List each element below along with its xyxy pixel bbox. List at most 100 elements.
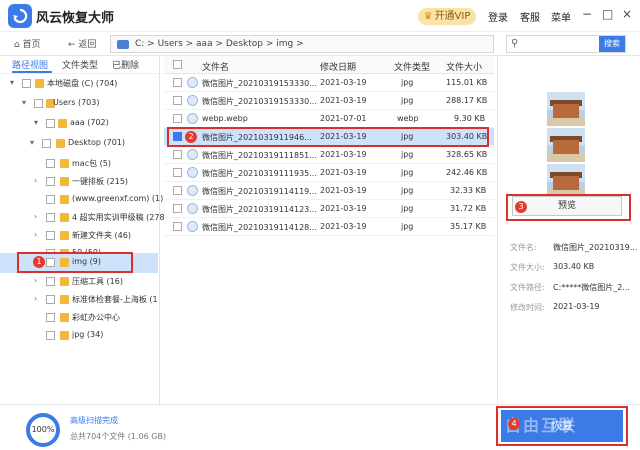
row-checkbox[interactable] — [173, 204, 182, 213]
tree-checkbox[interactable] — [46, 159, 55, 168]
tab-path-view[interactable]: 路径视图 — [12, 58, 48, 71]
expand-arrow-icon[interactable]: ▾ — [10, 78, 14, 87]
tree-node[interactable]: (www.greenxf.com) (1) ( — [0, 190, 169, 210]
tree-label: 标准体检套餐-上海板 (1 — [72, 295, 158, 304]
drive-folder-icon — [35, 79, 44, 88]
maximize-icon[interactable]: □ — [602, 7, 613, 21]
tree-label: 4 超实用实训甲级稿 (278) — [72, 213, 168, 222]
preview-panel: 预览 文件名: 微信图片_20210319... 文件大小: 303.40 KB… — [497, 56, 640, 404]
table-row[interactable]: 微信图片_20210319111935... 2021-03-19 jpg 24… — [164, 164, 494, 182]
tree-checkbox[interactable] — [46, 313, 55, 322]
file-type: jpg — [401, 222, 414, 231]
folder-icon — [60, 295, 69, 304]
tab-file-type[interactable]: 文件类型 — [62, 58, 98, 71]
tree-node[interactable]: ▾ Users (703) — [0, 94, 158, 114]
tree-checkbox[interactable] — [22, 79, 31, 88]
tree-node[interactable]: jpg (34) — [0, 326, 158, 346]
expand-arrow-icon[interactable]: › — [34, 294, 37, 303]
col-size[interactable]: 文件大小 — [446, 60, 482, 73]
folder-icon — [60, 313, 69, 322]
tree-node[interactable]: 彩虹办公中心 — [0, 308, 158, 328]
table-row[interactable]: 微信图片_20210319153330... 2021-03-19 jpg 28… — [164, 92, 494, 110]
callout-box-2 — [167, 127, 489, 147]
expand-arrow-icon[interactable]: › — [34, 230, 37, 239]
tree-node[interactable]: ▾ 本地磁盘 (C) (704) — [0, 74, 158, 94]
tree-checkbox[interactable] — [46, 177, 55, 186]
tree-checkbox[interactable] — [46, 119, 55, 128]
col-type[interactable]: 文件类型 — [394, 60, 430, 73]
tree-node[interactable]: ▾ aaa (702) — [0, 114, 158, 134]
nav-bar: ⌂ 首页 ← 返回 C: > Users > aaa > Desktop > i… — [0, 32, 640, 56]
vip-button[interactable]: ♛ 开通VIP — [418, 8, 476, 25]
tree-checkbox[interactable] — [46, 277, 55, 286]
menu-link[interactable]: 菜单 — [551, 9, 571, 24]
row-checkbox[interactable] — [173, 96, 182, 105]
search-button[interactable]: 搜索 — [599, 36, 625, 52]
file-type: jpg — [401, 186, 414, 195]
tree-checkbox[interactable] — [34, 99, 43, 108]
row-checkbox[interactable] — [173, 150, 182, 159]
home-button[interactable]: ⌂ 首页 — [14, 37, 41, 50]
image-file-icon — [187, 95, 198, 106]
row-checkbox[interactable] — [173, 114, 182, 123]
expand-arrow-icon[interactable]: › — [34, 212, 37, 221]
tree-label: 压缩工具 (16) — [72, 277, 123, 286]
search-box[interactable]: ⚲ 搜索 — [506, 35, 626, 53]
minimize-icon[interactable]: − — [582, 7, 592, 21]
table-row[interactable]: webp.webp 2021-07-01 webp 9.30 KB — [164, 110, 494, 128]
tree-node[interactable]: ▾ Desktop (701) — [0, 134, 158, 154]
table-row[interactable]: 微信图片_20210319153330... 2021-03-19 jpg 11… — [164, 74, 494, 92]
folder-icon — [60, 195, 69, 204]
info-label-size: 文件大小: — [510, 263, 545, 272]
tab-deleted[interactable]: 已删除 — [112, 58, 139, 71]
tree-node[interactable]: › 压缩工具 (16) — [0, 272, 158, 292]
login-link[interactable]: 登录 — [488, 9, 508, 24]
service-link[interactable]: 客服 — [520, 9, 540, 24]
select-all-checkbox[interactable] — [173, 60, 182, 69]
tree-node[interactable]: › 标准体检套餐-上海板 (1 — [0, 290, 158, 310]
step-badge-3: 3 — [515, 201, 527, 213]
view-tabs: 路径视图 文件类型 已删除 — [0, 56, 160, 74]
back-button[interactable]: ← 返回 — [68, 37, 96, 50]
progress-ring: 100% — [26, 413, 60, 447]
thumbnail-image — [547, 164, 585, 198]
image-file-icon — [187, 167, 198, 178]
table-row[interactable]: 微信图片_20210319114119... 2021-03-19 jpg 32… — [164, 182, 494, 200]
file-date: 2021-03-19 — [320, 150, 367, 159]
tree-checkbox[interactable] — [46, 295, 55, 304]
col-name[interactable]: 文件名 — [202, 60, 229, 73]
expand-arrow-icon[interactable]: › — [34, 176, 37, 185]
tree-checkbox[interactable] — [46, 231, 55, 240]
tree-checkbox[interactable] — [46, 331, 55, 340]
file-size: 32.33 KB — [450, 186, 487, 195]
table-row[interactable]: 微信图片_20210319114123... 2021-03-19 jpg 31… — [164, 200, 494, 218]
address-path: C: > Users > aaa > Desktop > img > — [135, 39, 304, 49]
expand-arrow-icon[interactable]: › — [34, 276, 37, 285]
folder-icon — [60, 277, 69, 286]
tree-node[interactable]: mac包 (5) — [0, 154, 158, 174]
close-icon[interactable]: × — [622, 7, 632, 21]
row-checkbox[interactable] — [173, 78, 182, 87]
file-size: 9.30 KB — [454, 114, 486, 123]
file-date: 2021-03-19 — [320, 168, 367, 177]
tree-checkbox[interactable] — [42, 139, 51, 148]
expand-arrow-icon[interactable]: ▾ — [34, 118, 38, 127]
tree-node[interactable]: › 4 超实用实训甲级稿 (278) — [0, 208, 168, 228]
col-date[interactable]: 修改日期 — [320, 60, 356, 73]
tree-node[interactable]: › 新建文件夹 (46) — [0, 226, 158, 246]
row-checkbox[interactable] — [173, 186, 182, 195]
expand-arrow-icon[interactable]: ▾ — [30, 138, 34, 147]
row-checkbox[interactable] — [173, 222, 182, 231]
thumbnail-image — [547, 92, 585, 126]
tree-node[interactable]: › 一键排板 (215) — [0, 172, 158, 192]
info-value-size: 303.40 KB — [553, 262, 595, 271]
address-bar[interactable]: C: > Users > aaa > Desktop > img > — [110, 35, 494, 53]
expand-arrow-icon[interactable]: ▾ — [22, 98, 26, 107]
row-checkbox[interactable] — [173, 168, 182, 177]
tree-checkbox[interactable] — [46, 195, 55, 204]
table-row[interactable]: 微信图片_20210319111851... 2021-03-19 jpg 32… — [164, 146, 494, 164]
file-size: 35.17 KB — [450, 222, 487, 231]
table-row[interactable]: 微信图片_20210319114128... 2021-03-19 jpg 35… — [164, 218, 494, 236]
file-size: 328.65 KB — [446, 150, 488, 159]
tree-checkbox[interactable] — [46, 213, 55, 222]
